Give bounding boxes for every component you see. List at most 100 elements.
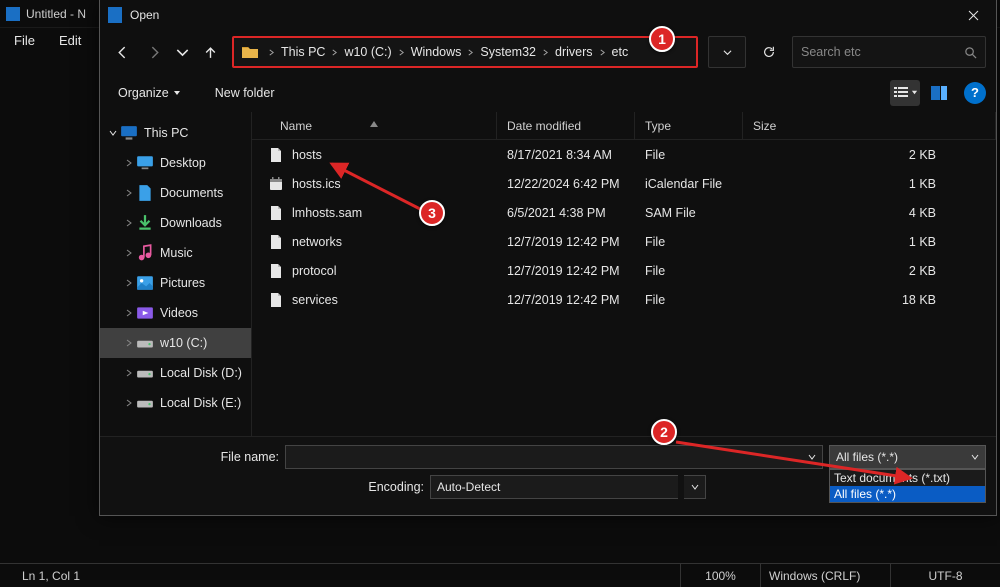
nav-up-button[interactable] [198, 40, 222, 64]
chevron-right-icon [122, 339, 136, 347]
file-date: 12/22/2024 6:42 PM [497, 177, 635, 191]
column-type[interactable]: Type [635, 112, 743, 139]
tree-item-w10-c-[interactable]: w10 (C:) [100, 328, 251, 358]
file-name: hosts [292, 148, 322, 162]
chevron-right-icon [122, 189, 136, 197]
breadcrumb-segment[interactable]: w10 (C:) [340, 43, 395, 61]
file-date: 12/7/2019 12:42 PM [497, 235, 635, 249]
videos-icon [136, 305, 154, 321]
column-name[interactable]: Name [252, 112, 497, 139]
tree-item-label: Videos [160, 306, 198, 320]
address-bar[interactable]: This PC w10 (C:) Windows System32 driver… [232, 36, 698, 68]
tree-item-downloads[interactable]: Downloads [100, 208, 251, 238]
file-type: iCalendar File [635, 177, 743, 191]
tree-item-label: Pictures [160, 276, 205, 290]
organize-label: Organize [118, 86, 169, 100]
file-icon [268, 263, 284, 279]
preview-pane-button[interactable] [924, 80, 954, 106]
help-button[interactable]: ? [964, 82, 986, 104]
encoding-dropdown-button[interactable] [684, 475, 706, 499]
nav-tree: This PC Desktop Documents Downloads Music Pi… [100, 112, 252, 436]
dialog-toolbar: Organize New folder ? [100, 74, 996, 112]
file-row[interactable]: networks12/7/2019 12:42 PMFile1 KB [252, 227, 996, 256]
menu-file[interactable]: File [2, 29, 47, 52]
nav-forward-button[interactable] [142, 40, 166, 64]
file-icon [268, 234, 284, 250]
refresh-button[interactable] [754, 36, 784, 68]
tree-item-local-disk-d-[interactable]: Local Disk (D:) [100, 358, 251, 388]
tree-item-music[interactable]: Music [100, 238, 251, 268]
search-box[interactable] [792, 36, 986, 68]
tree-item-videos[interactable]: Videos [100, 298, 251, 328]
tree-item-label: Desktop [160, 156, 206, 170]
tree-item-label: Downloads [160, 216, 222, 230]
menu-edit[interactable]: Edit [47, 29, 93, 52]
filter-dropdown: Text documents (*.txt) All files (*.*) [829, 469, 986, 503]
chevron-down-icon [173, 89, 181, 97]
filename-history-button[interactable] [801, 445, 823, 469]
encoding-label: Encoding: [110, 480, 430, 494]
file-row[interactable]: protocol12/7/2019 12:42 PMFile2 KB [252, 256, 996, 285]
file-row[interactable]: hosts8/17/2021 8:34 AMFile2 KB [252, 140, 996, 169]
nav-history-button[interactable] [174, 40, 190, 64]
pc-icon [120, 125, 138, 141]
dialog-titlebar: Open [100, 0, 996, 30]
notepad-icon [6, 7, 20, 21]
annotation-marker-2: 2 [651, 419, 677, 445]
file-type-filter[interactable]: All files (*.*) Text documents (*.txt) A… [829, 445, 986, 469]
downloads-icon [136, 215, 154, 231]
folder-icon [242, 45, 258, 59]
file-row[interactable]: lmhosts.sam6/5/2021 4:38 PMSAM File4 KB [252, 198, 996, 227]
tree-item-label: Documents [160, 186, 223, 200]
filter-option[interactable]: Text documents (*.txt) [830, 470, 985, 486]
file-list-header: Name Date modified Type Size [252, 112, 996, 140]
filename-input[interactable] [285, 445, 801, 469]
file-name: services [292, 293, 338, 307]
new-folder-button[interactable]: New folder [207, 82, 283, 104]
drive-icon [136, 365, 154, 381]
file-row[interactable]: services12/7/2019 12:42 PMFile18 KB [252, 285, 996, 314]
dialog-icon [108, 7, 122, 23]
tree-item-desktop[interactable]: Desktop [100, 148, 251, 178]
organize-button[interactable]: Organize [110, 82, 189, 104]
breadcrumb-segment[interactable]: etc [608, 43, 633, 61]
sort-asc-icon [370, 116, 378, 130]
file-type: SAM File [635, 206, 743, 220]
chevron-right-icon [122, 159, 136, 167]
tree-item-documents[interactable]: Documents [100, 178, 251, 208]
address-dropdown-button[interactable] [708, 36, 746, 68]
chevron-down-icon [971, 453, 979, 461]
view-mode-button[interactable] [890, 80, 920, 106]
file-date: 6/5/2021 4:38 PM [497, 206, 635, 220]
chevron-right-icon [122, 309, 136, 317]
status-encoding: UTF-8 [890, 564, 1000, 587]
filename-label: File name: [110, 450, 285, 464]
chevron-right-icon [122, 399, 136, 407]
search-input[interactable] [801, 45, 964, 59]
filter-option[interactable]: All files (*.*) [830, 486, 985, 502]
breadcrumb-segment[interactable]: drivers [551, 43, 597, 61]
file-row[interactable]: hosts.ics 12/22/2024 6:42 PMiCalendar Fil… [252, 169, 996, 198]
file-icon [268, 292, 284, 308]
file-size: 2 KB [743, 148, 996, 162]
tree-root-thispc[interactable]: This PC [100, 118, 251, 148]
breadcrumb-segment[interactable]: System32 [476, 43, 540, 61]
column-size[interactable]: Size [743, 112, 996, 139]
breadcrumb-segment[interactable]: This PC [277, 43, 329, 61]
tree-label: This PC [144, 126, 188, 140]
encoding-select[interactable] [430, 475, 678, 499]
drive-icon [136, 395, 154, 411]
file-size: 18 KB [743, 293, 996, 307]
close-button[interactable] [950, 0, 996, 30]
tree-item-local-disk-e-[interactable]: Local Disk (E:) [100, 388, 251, 418]
annotation-marker-1: 1 [649, 26, 675, 52]
open-file-dialog: Open This PC w10 (C:) Windows System32 d… [99, 0, 997, 516]
column-date[interactable]: Date modified [497, 112, 635, 139]
filter-selected: All files (*.*) [836, 450, 898, 464]
nav-back-button[interactable] [110, 40, 134, 64]
tree-item-pictures[interactable]: Pictures [100, 268, 251, 298]
file-name: hosts.ics [292, 177, 341, 191]
breadcrumb-segment[interactable]: Windows [407, 43, 466, 61]
status-zoom: 100% [680, 564, 760, 587]
file-type: File [635, 148, 743, 162]
